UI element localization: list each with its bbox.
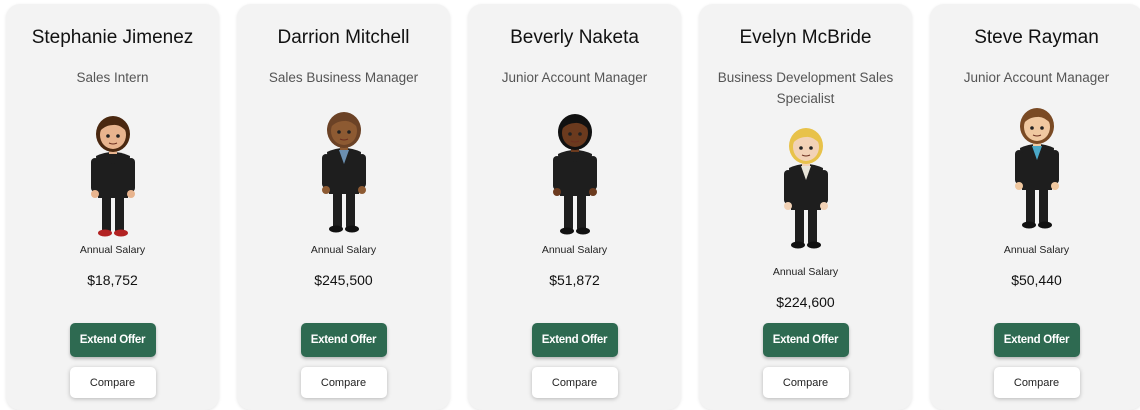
candidate-cards: Stephanie Jimenez Sales Intern Annual Sa… <box>0 0 1140 410</box>
candidate-name: Steve Rayman <box>974 27 1099 48</box>
extend-offer-button[interactable]: Extend Offer <box>531 323 618 357</box>
candidate-avatar <box>783 128 828 249</box>
candidate-title: Sales Business Manager <box>268 70 419 85</box>
extend-offer-button[interactable]: Extend Offer <box>762 323 849 357</box>
candidate-name: Evelyn McBride <box>739 27 872 48</box>
candidate-name: Beverly Naketa <box>510 27 639 48</box>
salary-label: Annual Salary <box>772 266 839 278</box>
extend-offer-button[interactable]: Extend Offer <box>993 323 1080 357</box>
candidate-card: Darrion Mitchell Sales Business Manager … <box>237 4 450 410</box>
salary-label: Annual Salary <box>79 244 146 256</box>
compare-button[interactable]: Compare <box>531 367 618 398</box>
salary-value: $224,600 <box>776 294 835 310</box>
candidate-name: Darrion Mitchell <box>277 27 410 48</box>
candidate-avatar <box>90 116 135 237</box>
candidate-card: Evelyn McBride Business Development Sale… <box>699 4 912 410</box>
salary-value: $18,752 <box>87 272 138 288</box>
compare-button[interactable]: Compare <box>993 367 1080 398</box>
candidate-card: Steve Rayman Junior Account Manager Annu… <box>930 4 1140 410</box>
candidate-card: Beverly Naketa Junior Account Manager An… <box>468 4 681 410</box>
salary-label: Annual Salary <box>541 244 608 256</box>
extend-offer-button[interactable]: Extend Offer <box>300 323 387 357</box>
salary-value: $245,500 <box>314 272 373 288</box>
extend-offer-button[interactable]: Extend Offer <box>69 323 156 357</box>
candidate-card: Stephanie Jimenez Sales Intern Annual Sa… <box>6 4 219 410</box>
candidate-name: Stephanie Jimenez <box>31 27 194 48</box>
salary-value: $51,872 <box>549 272 600 288</box>
salary-value: $50,440 <box>1011 272 1062 288</box>
compare-button[interactable]: Compare <box>69 367 156 398</box>
salary-label: Annual Salary <box>310 244 377 256</box>
candidate-title: Business Development Sales Specialist <box>717 70 894 106</box>
compare-button[interactable]: Compare <box>762 367 849 398</box>
candidate-avatar <box>1014 108 1059 229</box>
salary-label: Annual Salary <box>1003 244 1070 256</box>
candidate-title: Sales Intern <box>76 70 149 85</box>
candidate-avatar <box>321 112 366 233</box>
compare-button[interactable]: Compare <box>300 367 387 398</box>
candidate-title: Junior Account Manager <box>501 70 648 85</box>
candidate-avatar <box>552 114 597 235</box>
candidate-title: Junior Account Manager <box>963 70 1110 85</box>
